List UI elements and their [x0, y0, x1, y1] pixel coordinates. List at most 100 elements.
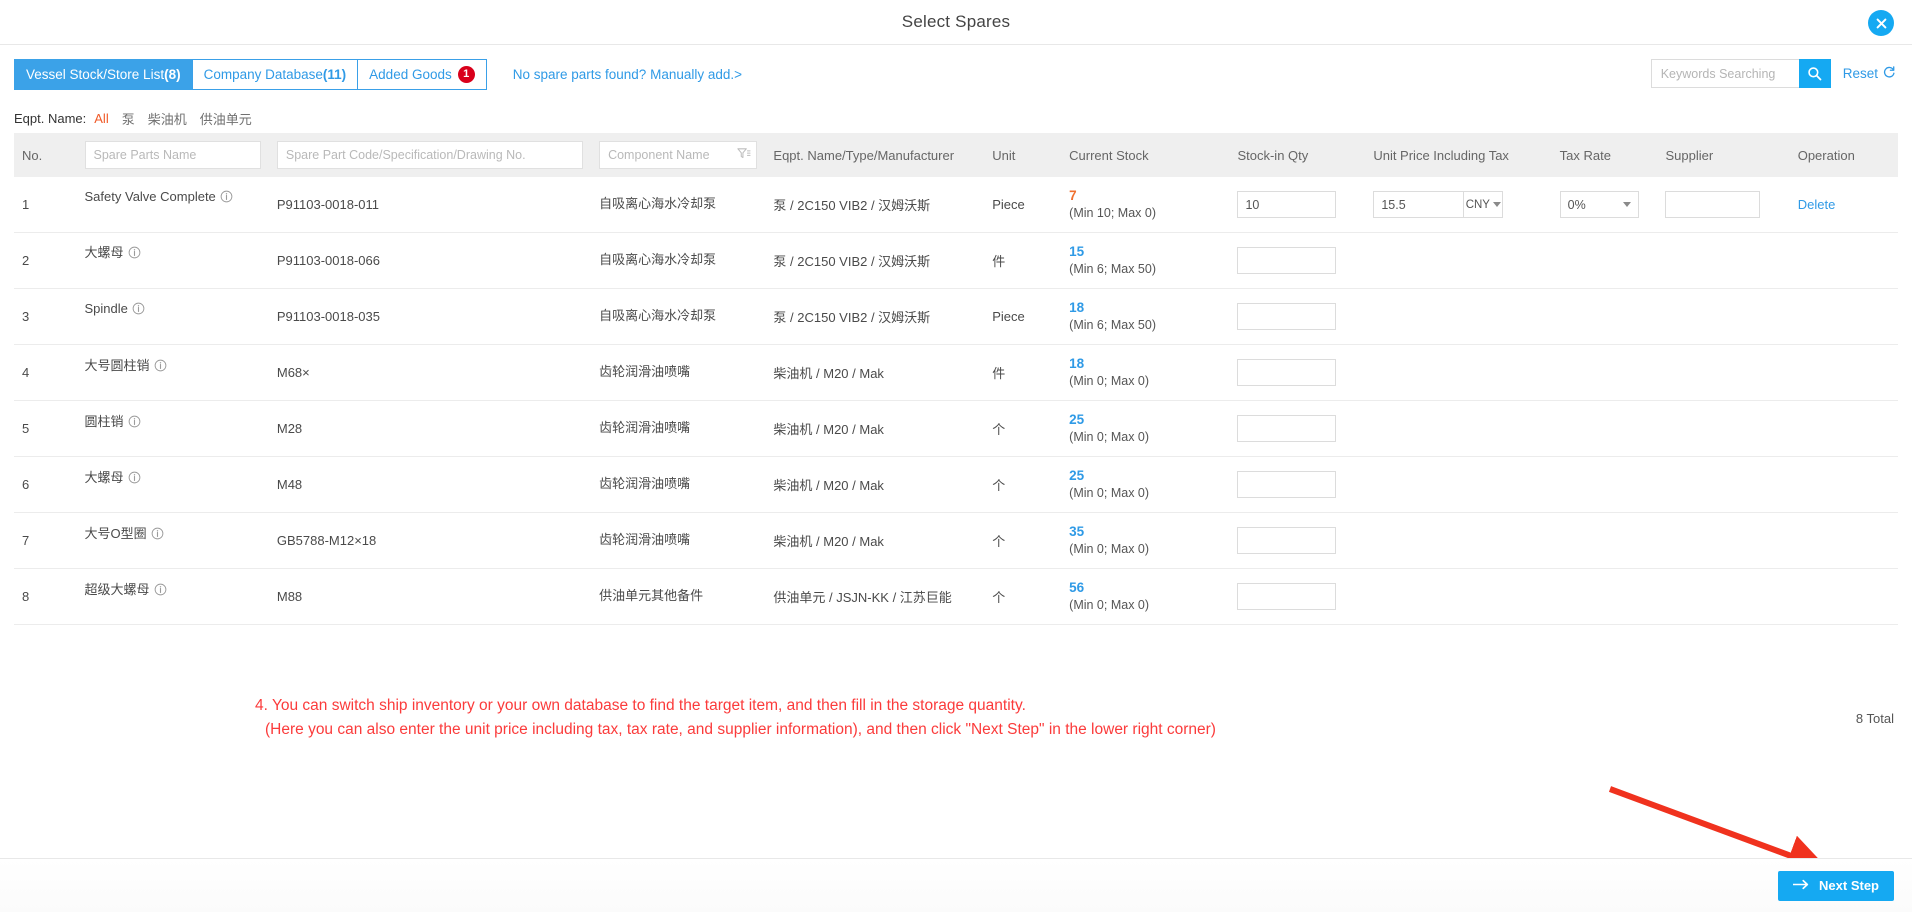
- cell-unit-price: [1365, 232, 1552, 290]
- cell-stock-in-qty: [1229, 344, 1366, 402]
- current-stock-value: 56: [1069, 580, 1085, 596]
- current-stock-range: (Min 0; Max 0): [1069, 429, 1150, 444]
- th-eqpt-name-type-manufacturer: Eqpt. Name/Type/Manufacturer: [765, 133, 985, 177]
- tax-rate-value: 0%: [1567, 197, 1586, 212]
- eqpt-name-filter-label: Eqpt. Name:: [14, 110, 87, 126]
- spare-parts-name-filter-input[interactable]: [84, 141, 261, 169]
- tab-vessel-stock-store-list[interactable]: Vessel Stock/Store List (8): [14, 58, 192, 90]
- info-icon[interactable]: [128, 246, 141, 259]
- cell-tax-rate: [1551, 400, 1658, 458]
- unit-price-input[interactable]: [1373, 191, 1464, 219]
- current-stock-value: 25: [1069, 412, 1085, 428]
- cell-stock-in-qty: [1229, 512, 1366, 570]
- tab-added-goods-badge: 1: [457, 65, 475, 83]
- info-icon[interactable]: [154, 583, 167, 596]
- info-icon[interactable]: [154, 359, 167, 372]
- cell-tax-rate: [1551, 344, 1658, 402]
- eqpt-filter-option-pump[interactable]: 泵: [122, 109, 135, 128]
- cell-spare-parts-name: 圆柱销: [76, 400, 269, 458]
- spares-table-area: No. Spare Parts Name Spare Part Code/Spe…: [0, 133, 1912, 626]
- info-icon[interactable]: [151, 527, 164, 540]
- spare-part-name-text: 超级大螺母: [84, 581, 150, 597]
- supplier-input[interactable]: [1665, 191, 1761, 219]
- cell-unit-price: [1365, 568, 1552, 626]
- eqpt-name-filter: Eqpt. Name: All 泵 柴油机 供油单元: [0, 103, 1912, 133]
- stock-in-qty-input[interactable]: [1237, 247, 1337, 275]
- cell-supplier: [1657, 456, 1790, 514]
- stock-in-qty-input[interactable]: [1237, 471, 1337, 499]
- delete-link[interactable]: Delete: [1798, 197, 1836, 212]
- cell-spare-parts-name: Spindle: [76, 288, 269, 346]
- eqpt-filter-option-all[interactable]: All: [94, 111, 108, 126]
- cell-current-stock: 15 (Min 6; Max 50): [1061, 232, 1230, 290]
- info-icon[interactable]: [128, 415, 141, 428]
- component-name-filter-input[interactable]: [599, 141, 758, 169]
- cell-no: 1: [14, 177, 77, 234]
- cell-spare-part-code: P91103-0018-035: [268, 288, 592, 346]
- info-icon[interactable]: [132, 302, 145, 315]
- cell-stock-in-qty: [1229, 400, 1366, 458]
- th-operation: Operation: [1789, 133, 1898, 177]
- spare-part-name-text: Spindle: [84, 301, 128, 317]
- stock-in-qty-input[interactable]: [1237, 583, 1337, 611]
- tab-company-database-label: Company Database: [203, 66, 323, 82]
- close-icon[interactable]: [1868, 10, 1894, 36]
- eqpt-filter-option-fuel-supply-unit[interactable]: 供油单元: [200, 109, 252, 128]
- tab-company-database[interactable]: Company Database (11): [191, 58, 358, 90]
- cell-spare-parts-name: 超级大螺母: [76, 568, 269, 626]
- current-stock-value: 15: [1069, 244, 1085, 260]
- current-stock-value: 25: [1069, 468, 1085, 484]
- spare-part-code-filter-input[interactable]: [276, 141, 584, 169]
- cell-eqpt-name: 供油单元 / JSJN-KK / 江苏巨能: [765, 568, 985, 626]
- spares-table: No. Spare Parts Name Spare Part Code/Spe…: [14, 133, 1898, 626]
- stock-in-qty-input[interactable]: [1237, 359, 1337, 387]
- cell-spare-part-code: M88: [268, 568, 592, 626]
- cell-no: 8: [14, 568, 77, 626]
- stock-in-qty-input[interactable]: [1237, 303, 1337, 331]
- stock-in-qty-input[interactable]: [1237, 415, 1337, 443]
- refresh-icon: [1882, 65, 1896, 82]
- info-icon[interactable]: [128, 471, 141, 484]
- table-row: 2 大螺母 P91103-0018-066 自吸离心海水冷却泵泵 / 2C150 VI…: [14, 232, 1898, 290]
- tab-added-goods[interactable]: Added Goods 1: [357, 58, 487, 90]
- table-row: 5 圆柱销 M28 齿轮润滑油喷嘴 柴油机 / M20 / Mak 个 25 (Min 0; …: [14, 400, 1898, 458]
- cell-no: 4: [14, 344, 77, 402]
- cell-supplier: [1657, 512, 1790, 570]
- th-spare-parts-name: [76, 133, 269, 177]
- stock-in-qty-input[interactable]: [1237, 527, 1337, 555]
- cell-no: 3: [14, 288, 77, 346]
- reset-button[interactable]: Reset: [1843, 65, 1896, 82]
- cell-operation: [1789, 400, 1898, 458]
- table-header-row: No. Spare Parts Name Spare Part Code/Spe…: [14, 133, 1898, 177]
- stock-in-qty-input[interactable]: [1237, 191, 1337, 219]
- cell-spare-parts-name: 大号圆柱销: [76, 344, 269, 402]
- current-stock-value: 18: [1069, 300, 1085, 316]
- cell-unit: Piece: [984, 288, 1062, 346]
- info-icon[interactable]: [220, 190, 233, 203]
- cell-supplier: [1657, 288, 1790, 346]
- search-input[interactable]: [1650, 59, 1799, 88]
- next-step-button[interactable]: Next Step: [1778, 870, 1894, 901]
- cell-spare-part-code: P91103-0018-066: [268, 232, 592, 290]
- instruction-annotation-line1: 4. You can switch ship inventory or your…: [255, 697, 1026, 714]
- cell-current-stock: 56 (Min 0; Max 0): [1061, 568, 1230, 626]
- cell-spare-parts-name: 大螺母: [76, 232, 269, 290]
- cell-component-name: 自吸离心海水冷却泵: [591, 232, 766, 290]
- eqpt-filter-option-diesel-engine[interactable]: 柴油机: [148, 109, 187, 128]
- search-icon[interactable]: [1798, 59, 1831, 88]
- cell-current-stock: 35 (Min 0; Max 0): [1061, 512, 1230, 570]
- tax-rate-select[interactable]: 0%: [1559, 191, 1639, 219]
- cell-stock-in-qty: [1229, 568, 1366, 626]
- cell-tax-rate: [1551, 568, 1658, 626]
- cell-eqpt-name: 柴油机 / M20 / Mak: [765, 456, 985, 514]
- total-count: 8 Total: [1855, 711, 1894, 726]
- cell-spare-parts-name: Safety Valve Complete: [76, 177, 269, 234]
- table-row: 1 Safety Valve Complete P91103-0018-011 自吸离…: [14, 177, 1898, 234]
- cell-tax-rate: [1551, 288, 1658, 346]
- table-row: 4 大号圆柱销 M68× 齿轮润滑油喷嘴 柴油机 / M20 / Mak 件 18 (Min …: [14, 344, 1898, 402]
- cell-unit-price: [1365, 288, 1552, 346]
- toolbar: Vessel Stock/Store List (8) Company Datab…: [0, 45, 1912, 103]
- currency-select[interactable]: CNY: [1463, 191, 1504, 219]
- manual-add-link[interactable]: No spare parts found? Manually add.>: [513, 67, 742, 82]
- instruction-annotation-line2: (Here you can also enter the unit price …: [265, 721, 1216, 738]
